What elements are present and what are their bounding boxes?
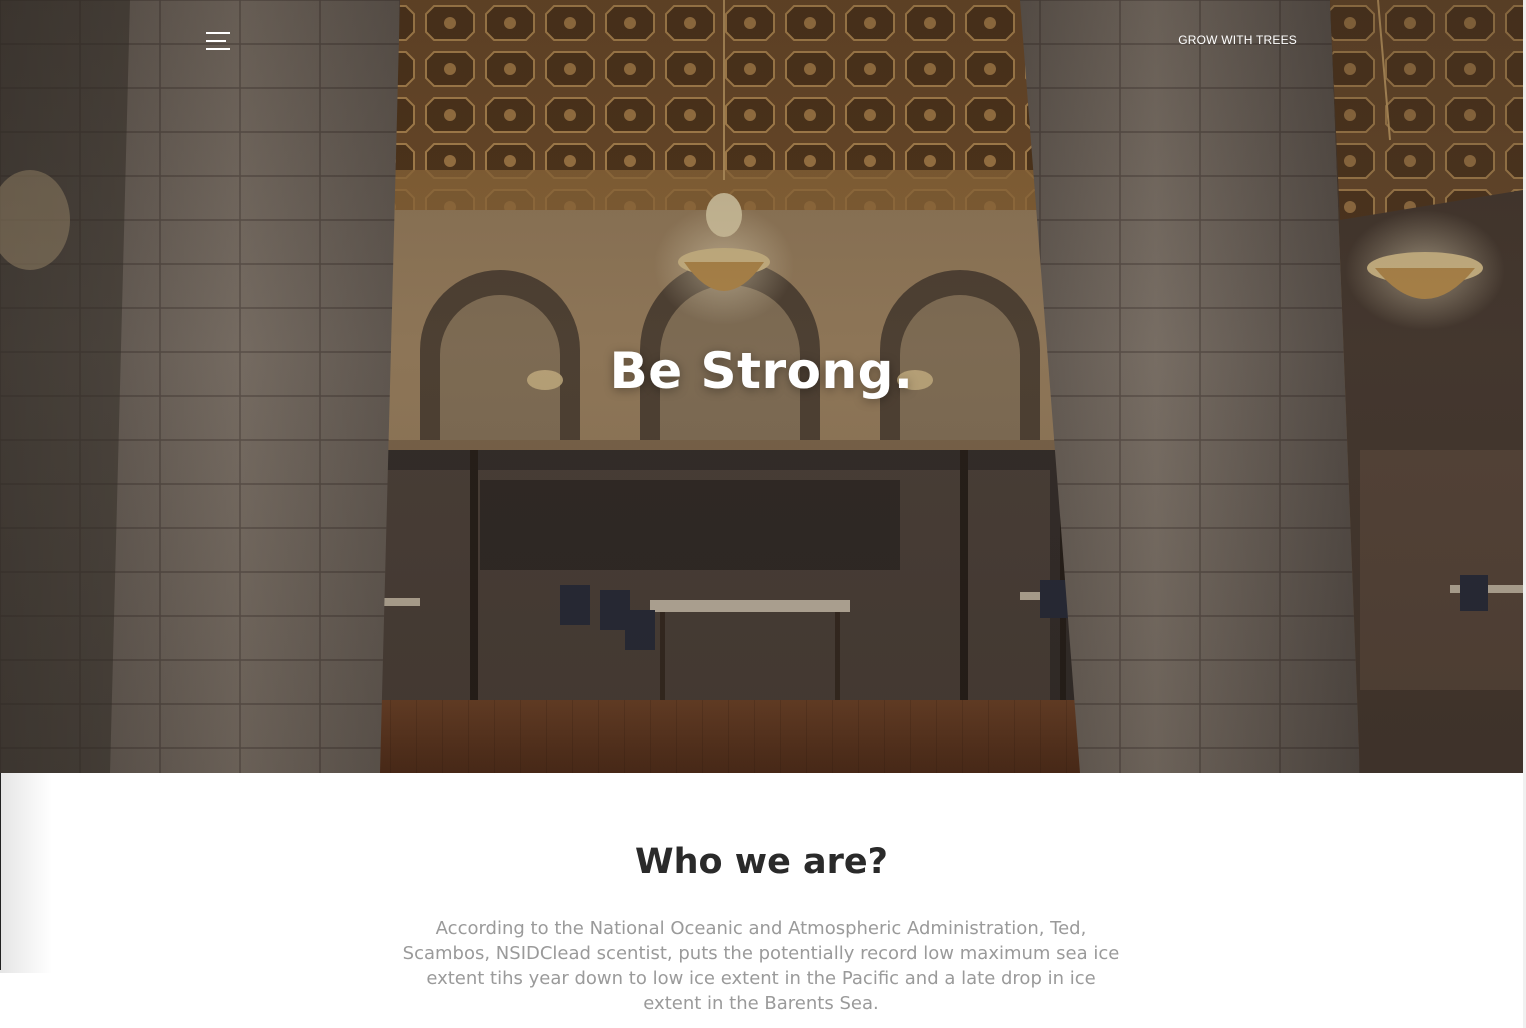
menu-line <box>206 48 230 50</box>
hamburger-menu-icon[interactable] <box>206 31 230 51</box>
about-text: According to the National Oceanic and At… <box>402 918 1120 1014</box>
about-title: Who we are? <box>635 842 888 882</box>
hero-section: GROW WITH TREES Be Strong. <box>0 0 1523 773</box>
hero-title: Be Strong. <box>609 342 914 400</box>
about-section: Who we are? According to the National Oc… <box>0 773 1523 1028</box>
brand-link[interactable]: GROW WITH TREES <box>1178 33 1297 47</box>
menu-line <box>206 32 230 34</box>
menu-line <box>206 40 226 42</box>
